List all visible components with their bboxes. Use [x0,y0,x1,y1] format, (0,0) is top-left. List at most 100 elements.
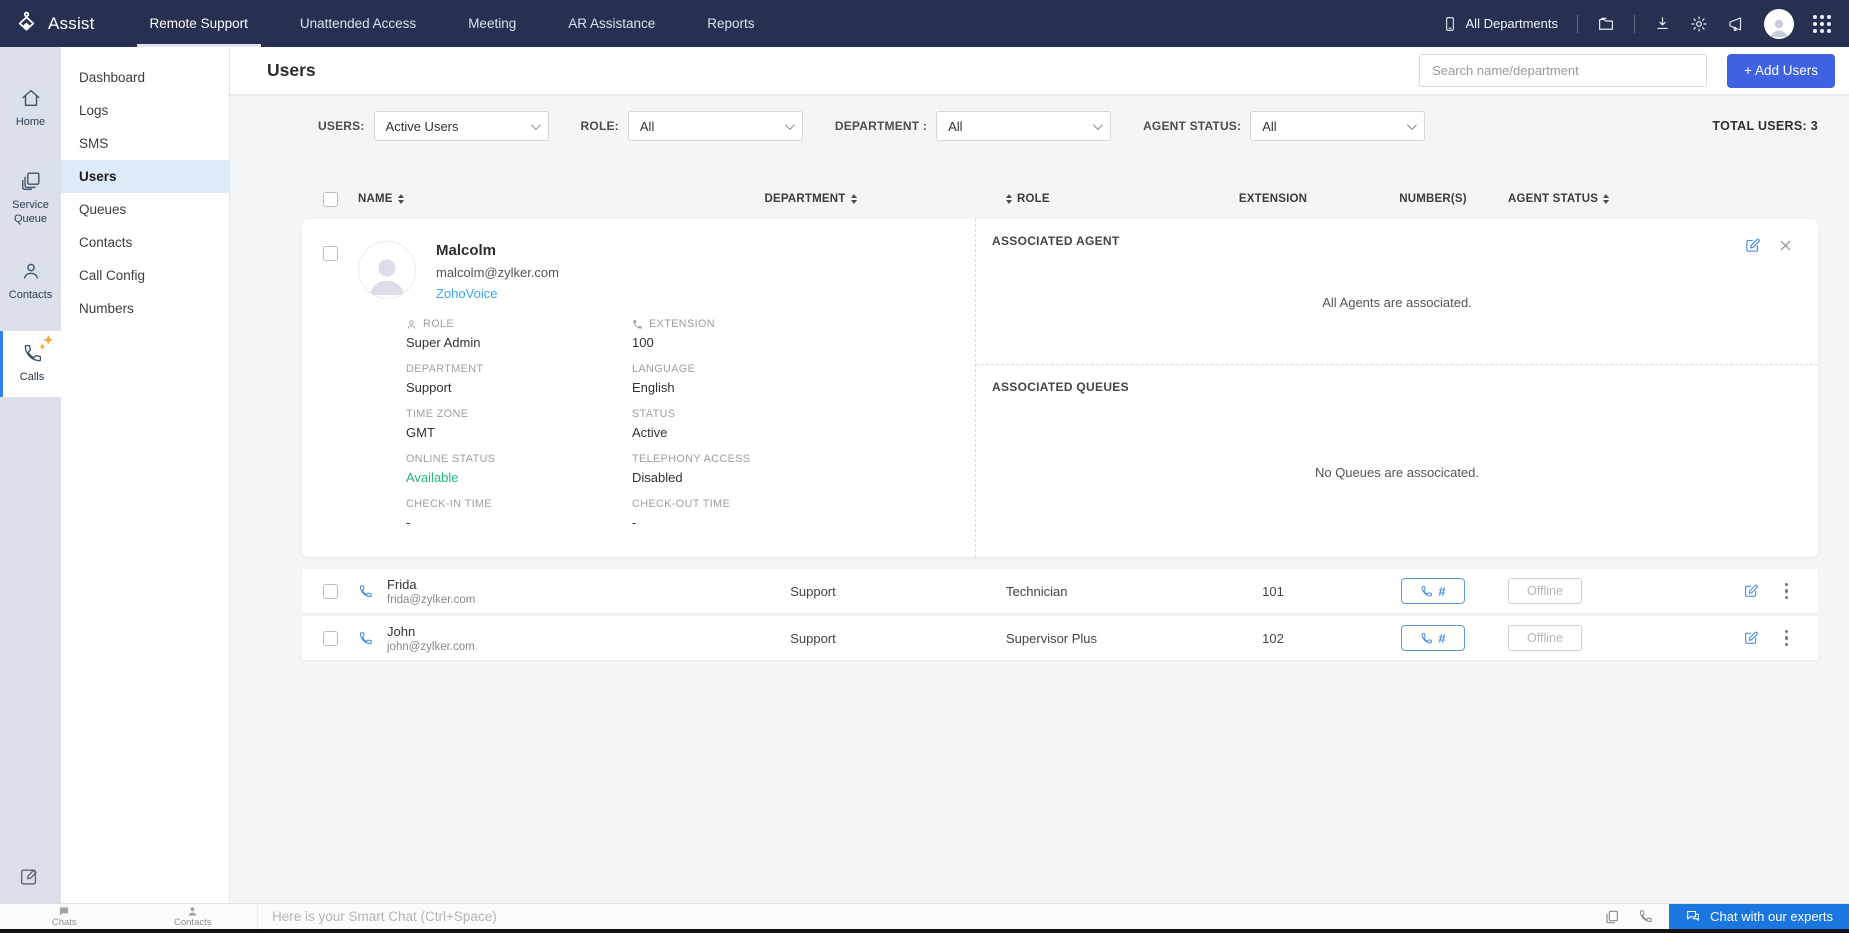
chats-tab[interactable]: Chats [0,904,129,929]
filter-role-select[interactable]: All [627,111,803,141]
sidebar-item-queues[interactable]: Queues [61,193,229,226]
view-numbers-button[interactable]: # [1401,625,1465,651]
edit-user-icon[interactable] [1743,583,1759,599]
call-phone-icon[interactable] [358,584,373,599]
search-input[interactable] [1419,54,1708,87]
row-department: Support [790,630,836,646]
sidebar-item-call-config[interactable]: Call Config [61,259,229,292]
filter-users-select[interactable]: Active Users [373,111,549,141]
tab-unattended-access[interactable]: Unattended Access [287,0,429,47]
page-header: Users + Add Users [230,47,1849,95]
associated-agent-section: ASSOCIATED AGENT All Agents are associat… [976,219,1818,365]
assist-brand[interactable]: Assist [14,0,95,47]
all-departments-label: All Departments [1465,16,1558,31]
column-header-role[interactable]: ROLE [938,193,1188,205]
row-checkbox[interactable] [322,246,338,261]
compose-note-icon[interactable] [18,866,40,893]
filter-department-label: DEPARTMENT : [834,119,928,133]
detail-label-department: DEPARTMENT [406,363,484,375]
department-header-label: DEPARTMENT [764,193,846,205]
column-header-name[interactable]: NAME [358,193,688,205]
apps-grid-icon[interactable] [1813,14,1831,33]
row-user-email: john@zylker.com [387,640,475,653]
associations-panel: ASSOCIATED AGENT All Agents are associat… [975,219,1818,557]
call-phone-icon[interactable] [358,631,373,646]
row-user-name: John [387,623,416,639]
edit-user-icon[interactable] [1744,237,1761,254]
rail-item-home[interactable]: Home [0,75,61,142]
associated-queues-message: No Queues are associcated. [1314,464,1480,480]
detail-label-extension: EXTENSION [649,318,715,330]
sidebar-item-numbers[interactable]: Numbers [61,292,229,325]
smart-chat-input[interactable] [258,904,1597,929]
edit-user-icon[interactable] [1743,630,1759,646]
detail-value-extension: 100 [632,335,654,350]
chat-tabs: Chats Contacts [0,904,258,929]
rail-item-service-queue[interactable]: Service Queue [0,158,61,239]
tab-meeting[interactable]: Meeting [455,0,529,47]
row-checkbox[interactable] [322,583,338,599]
tab-ar-assistance[interactable]: AR Assistance [555,0,668,47]
associated-agent-message: All Agents are associated. [1322,295,1472,310]
user-row-frida[interactable]: Frida frida@zylker.com Support Technicia… [302,569,1818,613]
name-header-label: NAME [358,193,393,205]
column-header-extension: EXTENSION [1188,193,1358,205]
sidebar-item-sms[interactable]: SMS [61,127,229,160]
settings-gear-icon[interactable] [1690,15,1708,33]
associated-agent-title: ASSOCIATED AGENT [992,234,1120,248]
user-profile-avatar [358,241,416,299]
zohovoice-link[interactable]: ZohoVoice [436,286,559,301]
user-rows: Frida frida@zylker.com Support Technicia… [302,569,1818,660]
sidebar-item-logs[interactable]: Logs [61,94,229,127]
tab-remote-support[interactable]: Remote Support [136,0,262,47]
sort-icon [397,194,404,204]
app-body: Home Service Queue Contacts Calls Dashbo… [0,47,1849,903]
sparkle-icon [35,333,57,360]
rail-item-contacts[interactable]: Contacts [0,248,61,315]
detail-value-time-zone: GMT [406,425,435,440]
row-checkbox[interactable] [322,630,338,646]
filter-agent-status-select[interactable]: All [1250,111,1426,141]
user-row-john[interactable]: John john@zylker.com Support Supervisor … [302,616,1818,660]
clipboard-copy-icon[interactable] [1604,909,1620,925]
close-icon[interactable] [1779,239,1792,252]
download-icon[interactable] [1654,15,1671,32]
sidebar-item-users[interactable]: Users [61,160,229,193]
department-device-icon [1442,16,1458,32]
filter-department-select[interactable]: All [936,111,1112,141]
more-options-kebab-icon[interactable] [1783,628,1791,649]
extension-phone-icon [632,319,643,330]
add-users-button[interactable]: + Add Users [1727,53,1835,88]
chat-with-experts-button[interactable]: Chat with our experts [1669,903,1849,930]
tab-reports[interactable]: Reports [694,0,767,47]
announcements-megaphone-icon[interactable] [1727,15,1745,33]
all-departments-selector[interactable]: All Departments [1442,16,1558,32]
detail-label-telephony-access: TELEPHONY ACCESS [632,453,751,465]
taskbar-edge [0,929,1849,933]
agent-status-button[interactable]: Offline [1508,578,1582,604]
rail-item-calls[interactable]: Calls [0,331,61,397]
icon-rail: Home Service Queue Contacts Calls [0,47,61,903]
filter-bar: USERS: Active Users ROLE: All DEPARTMENT… [302,111,1818,141]
sidebar-item-dashboard[interactable]: Dashboard [61,61,229,94]
experts-button-label: Chat with our experts [1710,909,1833,924]
user-avatar[interactable] [1764,8,1794,39]
filter-users-value: Active Users [385,118,459,134]
sort-icon [850,194,857,204]
detail-value-department: Support [406,380,452,395]
more-options-kebab-icon[interactable] [1783,581,1791,602]
column-header-agent-status[interactable]: AGENT STATUS [1508,193,1678,205]
phone-call-icon[interactable] [1638,909,1653,924]
contacts-person-icon [187,906,198,917]
view-numbers-button[interactable]: # [1401,578,1465,604]
detail-value-language: English [632,380,675,395]
folder-icon[interactable] [1597,15,1615,33]
agent-status-button[interactable]: Offline [1508,625,1582,651]
sidebar-item-contacts[interactable]: Contacts [61,226,229,259]
row-department: Support [790,583,836,599]
filter-agent-status-value: All [1262,118,1277,134]
select-all-checkbox[interactable] [322,191,338,207]
contacts-tab[interactable]: Contacts [129,904,258,929]
filter-users-label: USERS: [318,119,365,133]
column-header-department[interactable]: DEPARTMENT [688,193,938,205]
